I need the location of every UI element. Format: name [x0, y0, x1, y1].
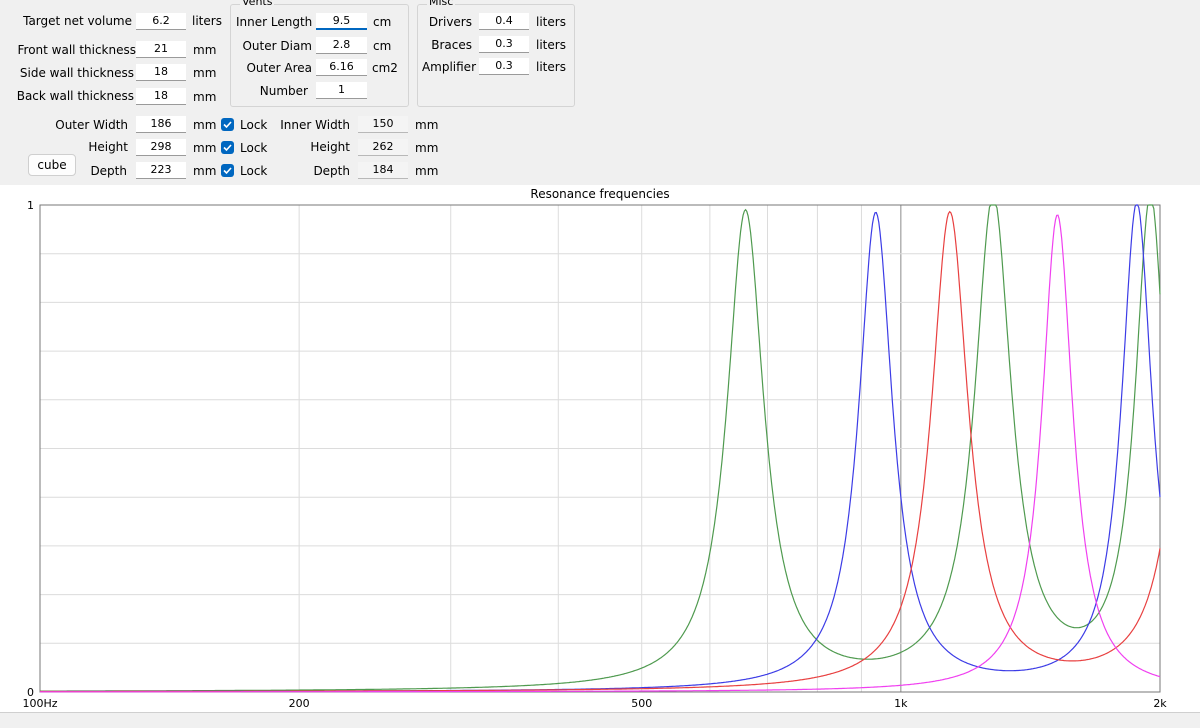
side-wall-unit: mm: [193, 66, 217, 80]
outer-width-lock-label[interactable]: Lock: [240, 117, 267, 133]
misc-group-title: Misc: [427, 0, 456, 8]
outer-depth-lock-label[interactable]: Lock: [240, 163, 267, 179]
side-wall-label: Side wall thickness: [19, 66, 134, 80]
outer-depth-lock-checkbox[interactable]: [221, 164, 234, 177]
resonance-chart-panel: Resonance frequencies 100Hz 200 500 1k 2k 1 0: [0, 185, 1200, 712]
y-tick-label: 1: [27, 199, 34, 212]
bottom-bar: [0, 712, 1200, 728]
outer-height-lock-checkbox[interactable]: [221, 141, 234, 154]
amplifier-unit: liters: [536, 60, 566, 74]
inner-width-label: Inner Width: [280, 118, 350, 132]
drivers-input[interactable]: 0.4: [479, 13, 529, 30]
x-tick-label: 500: [631, 697, 652, 710]
front-wall-unit: mm: [193, 43, 217, 57]
back-wall-unit: mm: [193, 90, 217, 104]
back-wall-input[interactable]: 18: [136, 88, 186, 105]
vent-number-input[interactable]: 1: [316, 82, 367, 99]
vent-number-label: Number: [259, 84, 308, 98]
outer-depth-input[interactable]: 223: [136, 162, 186, 179]
inner-height-unit: mm: [415, 141, 439, 155]
inner-length-input[interactable]: 9.5: [316, 13, 367, 30]
series-line-4: [40, 214, 1161, 693]
inner-height-label: Height: [310, 140, 350, 154]
outer-depth-label: Depth: [90, 164, 127, 178]
inner-depth-label: Depth: [313, 164, 350, 178]
inner-length-label: Inner Length: [236, 15, 313, 29]
back-wall-label: Back wall thickness: [16, 89, 134, 103]
braces-input[interactable]: 0.3: [479, 36, 529, 53]
outer-width-unit: mm: [193, 118, 217, 132]
outer-diam-input[interactable]: 2.8: [316, 37, 367, 54]
inner-width-value: 150: [358, 116, 408, 133]
inner-height-value: 262: [358, 139, 408, 156]
inner-width-unit: mm: [415, 118, 439, 132]
target-volume-label: Target net volume: [23, 14, 132, 28]
outer-height-input[interactable]: 298: [136, 139, 186, 156]
drivers-label: Drivers: [428, 15, 472, 29]
front-wall-label: Front wall thickness: [17, 43, 137, 57]
outer-diam-unit: cm: [373, 39, 392, 53]
amplifier-label: Amplifier: [421, 60, 476, 74]
outer-width-label: Outer Width: [55, 118, 128, 132]
target-volume-unit: liters: [192, 14, 222, 28]
outer-depth-unit: mm: [193, 164, 217, 178]
outer-height-unit: mm: [193, 141, 217, 155]
side-wall-input[interactable]: 18: [136, 64, 186, 81]
target-volume-input[interactable]: 6.2: [136, 13, 186, 30]
braces-label: Braces: [431, 38, 472, 52]
vents-group-title: Vents: [240, 0, 275, 8]
inner-length-unit: cm: [373, 15, 392, 29]
amplifier-input[interactable]: 0.3: [479, 58, 529, 75]
cube-button[interactable]: cube: [28, 154, 76, 176]
chart-title: Resonance frequencies: [530, 187, 669, 201]
outer-area-unit: cm2: [372, 61, 398, 75]
inner-depth-value: 184: [358, 162, 408, 179]
outer-height-lock-label[interactable]: Lock: [240, 140, 267, 156]
outer-width-lock-checkbox[interactable]: [221, 118, 234, 131]
x-tick-label: 200: [289, 697, 310, 710]
resonance-chart: Resonance frequencies100Hz 200 500 1k 2k10: [22, 187, 1167, 710]
y-tick-label: 0: [27, 686, 34, 699]
x-tick-label: 1k: [894, 697, 908, 710]
drivers-unit: liters: [536, 15, 566, 29]
x-tick-label: 2k: [1153, 697, 1167, 710]
inner-depth-unit: mm: [415, 164, 439, 178]
series-line-3: [40, 210, 1161, 693]
front-wall-input[interactable]: 21: [136, 41, 186, 58]
outer-diam-label: Outer Diam: [242, 39, 312, 53]
outer-width-input[interactable]: 186: [136, 116, 186, 133]
outer-area-label: Outer Area: [246, 61, 312, 75]
outer-area-input[interactable]: 6.16: [316, 59, 367, 76]
braces-unit: liters: [536, 38, 566, 52]
outer-height-label: Height: [88, 140, 128, 154]
